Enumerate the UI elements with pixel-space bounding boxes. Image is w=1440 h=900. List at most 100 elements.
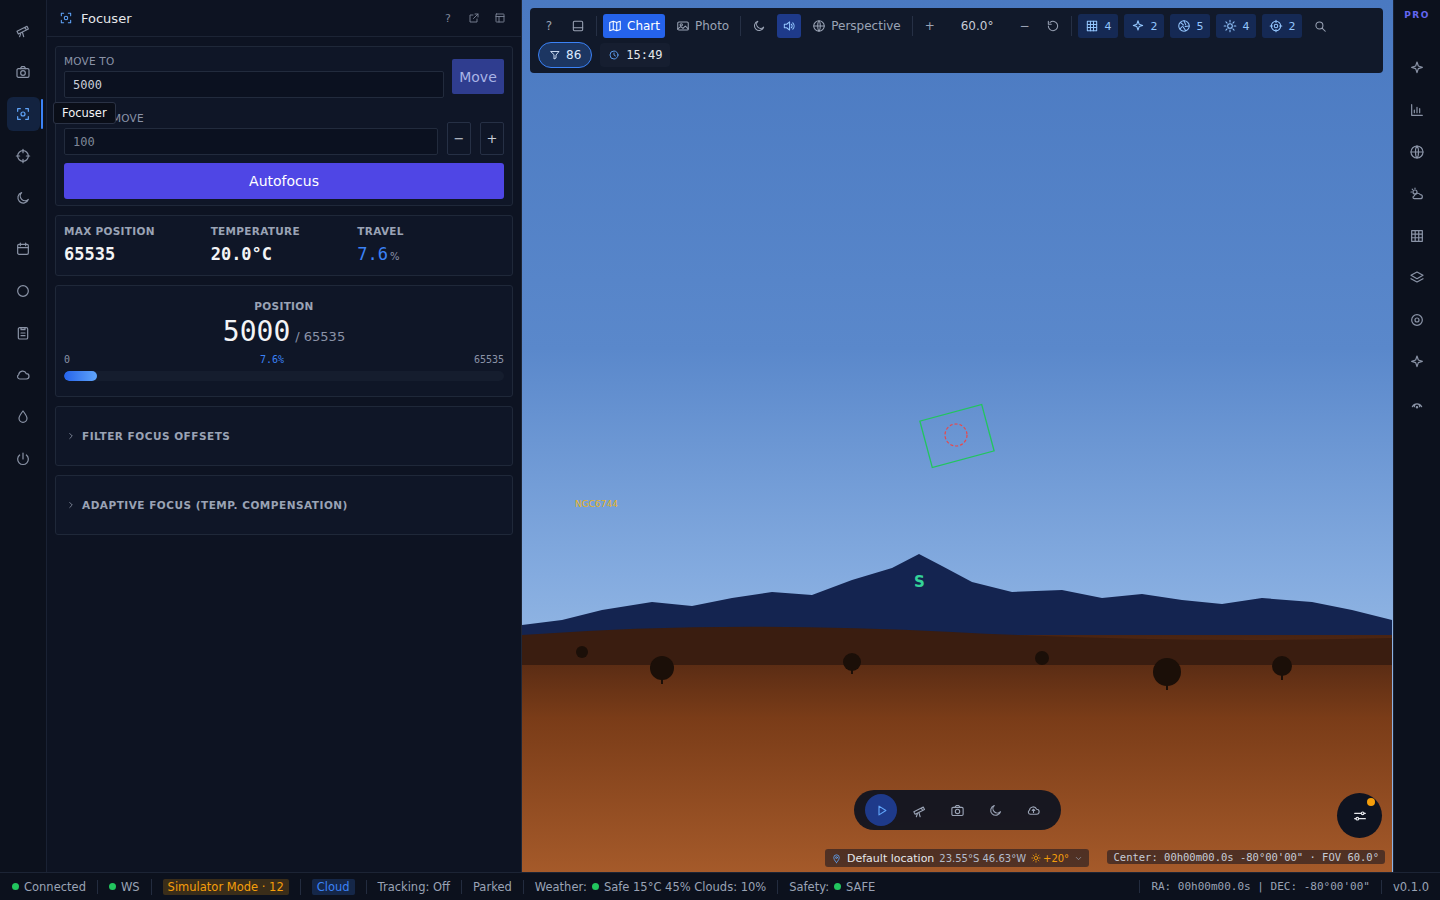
telescope-icon (912, 803, 927, 818)
panel-header: Focuser? (47, 0, 521, 37)
focuser-icon (59, 11, 73, 25)
search-button[interactable] (1308, 14, 1332, 38)
settings-button[interactable] (1337, 793, 1382, 838)
stat-unit: % (390, 251, 400, 262)
rail-item[interactable] (0, 9, 47, 51)
zoom-out-button[interactable]: − (1013, 14, 1035, 38)
sparkle-icon (1409, 60, 1425, 76)
location-coords: 23.55°S 46.63°W (939, 853, 1026, 864)
fov-button[interactable]: 60.0° (947, 14, 1008, 38)
relative-move-input[interactable]: 100 (64, 128, 438, 155)
increment-button[interactable]: + (480, 122, 504, 155)
play-icon (874, 803, 889, 818)
sparkle-icon (1409, 354, 1425, 370)
stat-label: MAX POSITION (64, 225, 211, 237)
sliders-icon (1352, 808, 1368, 824)
collapsible-section[interactable]: ADAPTIVE FOCUS (TEMP. COMPENSATION) (55, 475, 513, 535)
position-track (64, 371, 504, 381)
play-button[interactable] (865, 794, 897, 826)
upload-button[interactable] (1018, 794, 1050, 826)
chevron-icon (66, 500, 76, 510)
sun-button[interactable]: 4 (1216, 14, 1256, 38)
sun-icon (1031, 853, 1041, 863)
right-rail-item[interactable] (1394, 341, 1440, 383)
stars-button[interactable]: 2 (1124, 14, 1164, 38)
rail-item[interactable] (0, 51, 47, 93)
rail-item[interactable] (0, 396, 47, 438)
photo-button[interactable]: Photo (671, 14, 734, 38)
reset-icon (1046, 19, 1060, 33)
popout-button[interactable] (465, 9, 483, 27)
status-item: Safety:SAFE (777, 880, 886, 894)
circle-icon (15, 283, 31, 299)
panel-button[interactable] (566, 14, 590, 38)
rail-item[interactable] (0, 135, 47, 177)
sky-label: S (914, 573, 925, 591)
right-rail-item[interactable] (1394, 383, 1440, 425)
right-rail-item[interactable] (1394, 173, 1440, 215)
camera-icon (15, 64, 31, 80)
rail-item[interactable] (0, 270, 47, 312)
location-selector[interactable]: Default location23.55°S 46.63°W+20° (825, 849, 1089, 867)
focuser-panel: Focuser?MOVE TO5000MoveMOVE100−+Autofocu… (47, 0, 522, 872)
layout-button[interactable] (491, 9, 509, 27)
status-item: v0.1.0 (1381, 880, 1440, 894)
right-rail-item[interactable] (1394, 299, 1440, 341)
help-button[interactable]: ? (439, 9, 457, 27)
right-rail-item[interactable] (1394, 89, 1440, 131)
sky-chart[interactable]: NGC6744S?ChartPhotoPerspective+60.0°−425… (522, 0, 1393, 872)
moon-button[interactable] (747, 14, 771, 38)
rail-item[interactable] (0, 354, 47, 396)
percent-tick: 7.6% (260, 354, 284, 365)
help-button[interactable]: ? (538, 14, 560, 38)
rail-item[interactable] (0, 177, 47, 219)
filter-pill[interactable]: 86 (538, 42, 592, 68)
globe-button[interactable]: Perspective (807, 14, 906, 38)
globe-icon (812, 19, 826, 33)
autofocus-button[interactable]: Autofocus (64, 163, 504, 199)
rail-item[interactable] (0, 228, 47, 270)
speaker-button[interactable] (777, 14, 801, 38)
left-rail (0, 0, 47, 872)
zoom-in-button[interactable]: + (919, 14, 941, 38)
target-frame[interactable] (917, 398, 997, 474)
time-display[interactable]: 15:49 (600, 43, 670, 67)
aperture-button[interactable]: 5 (1170, 14, 1210, 38)
move-card: MOVE TO5000MoveMOVE100−+Autofocus (55, 46, 513, 206)
right-rail-item[interactable] (1394, 47, 1440, 89)
status-bar: ConnectedWSSimulator Mode · 12CloudTrack… (0, 872, 1440, 900)
min-tick: 0 (64, 354, 70, 365)
telescope-button[interactable] (903, 794, 935, 826)
map-button[interactable]: Chart (603, 14, 665, 38)
target-icon (1269, 19, 1283, 33)
right-rail-item[interactable] (1394, 257, 1440, 299)
position-card: POSITION5000/ 6553507.6%65535 (55, 285, 513, 397)
crosshair-icon (15, 148, 31, 164)
move-button[interactable]: Move (452, 59, 504, 94)
sky-label: NGC6744 (575, 499, 618, 509)
camera-icon (950, 803, 965, 818)
status-item: WS (97, 880, 151, 894)
decrement-button[interactable]: − (447, 122, 471, 155)
panel-icon (571, 19, 585, 33)
status-item: Weather:Safe 15°C 45% Clouds: 10% (523, 880, 777, 894)
right-rail-item[interactable] (1394, 131, 1440, 173)
layout-icon (494, 12, 506, 24)
collapsible-section[interactable]: FILTER FOCUS OFFSETS (55, 406, 513, 466)
rail-item[interactable] (0, 312, 47, 354)
reset-button[interactable] (1041, 14, 1065, 38)
camera-button[interactable] (941, 794, 973, 826)
grid-button[interactable]: 4 (1078, 14, 1118, 38)
cloud-icon (15, 367, 31, 383)
target-button[interactable]: 2 (1262, 14, 1302, 38)
right-rail-item[interactable] (1394, 215, 1440, 257)
rail-item[interactable] (0, 93, 47, 135)
moon-icon (752, 19, 766, 33)
status-dot (834, 883, 841, 890)
rail-item[interactable] (0, 438, 47, 480)
move-to-input[interactable]: 5000 (64, 71, 444, 98)
panel-title: Focuser (81, 11, 431, 26)
moon-button[interactable] (980, 794, 1012, 826)
upload-icon (1026, 803, 1041, 818)
moon-icon (15, 190, 31, 206)
